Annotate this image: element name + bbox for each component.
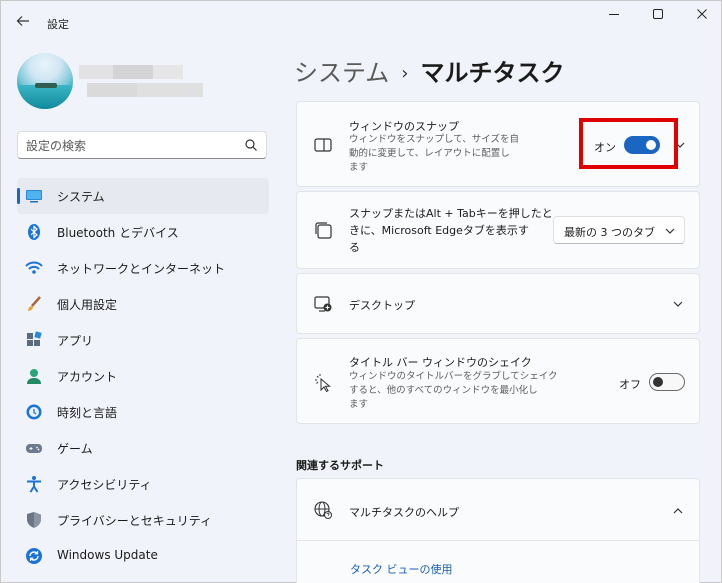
update-icon [26,548,42,564]
sidebar-item-label: ネットワークとインターネット [57,262,226,276]
sidebar-item-system[interactable]: システム [17,178,269,214]
help-card: マルチタスクのヘルプ タスク ビューの使用 [296,478,700,583]
desc-line: ます [349,399,369,410]
search-box[interactable] [17,131,267,159]
desktops-title: デスクトップ [349,299,415,312]
task-view-link[interactable]: タスク ビューの使用 [350,561,453,577]
desc-line: ウィンドウのタイトルバーをグラブしてシェイク [349,371,558,382]
snap-layout-icon [314,138,332,152]
active-indicator [17,188,20,204]
blurred-email-part [87,83,137,97]
sidebar-item-label: 個人用設定 [57,298,118,312]
clock-globe-icon [26,404,42,420]
help-header[interactable]: マルチタスクのヘルプ [297,479,699,541]
sidebar-item-label: アカウント [57,370,118,384]
bluetooth-icon [28,224,40,240]
system-icon [26,190,42,203]
accessibility-icon [27,476,41,493]
sidebar-item-network[interactable]: ネットワークとインターネット [17,250,269,286]
sidebar-item-accessibility[interactable]: アクセシビリティ [17,466,269,502]
shield-icon [27,512,41,528]
sidebar-item-label: プライバシーとセキュリティ [57,514,213,528]
globe-help-icon [314,501,332,519]
sidebar-item-apps[interactable]: アプリ [17,322,269,358]
desktops-card[interactable]: デスクトップ [296,273,700,334]
desc-line: すると、他のすべてのウィンドウを最小化し [349,385,538,396]
alt-tab-dropdown[interactable]: 最新の 3 つのタブ [553,216,685,244]
blurred-username [79,65,113,79]
sidebar-item-label: Windows Update [57,548,158,562]
gamepad-icon [26,444,42,453]
desc-line: ウィンドウをスナップして、サイズを自 [349,134,519,145]
alt-tab-title: スナップまたはAlt + Tabキーを押したと きに、Microsoft Edg… [349,205,553,256]
title-bar: 設定 [1,1,721,41]
sidebar-item-accounts[interactable]: アカウント [17,358,269,394]
related-support-heading: 関連するサポート [296,459,384,472]
avatar[interactable] [17,53,73,109]
title-line: スナップまたはAlt + Tabキーを押したと [349,207,553,220]
shake-toggle-label: オフ [619,378,641,391]
shake-cursor-icon [315,374,331,393]
sidebar-item-gaming[interactable]: ゲーム [17,430,269,466]
breadcrumb-parent[interactable]: システム [294,59,389,87]
sidebar-item-privacy[interactable]: プライバシーとセキュリティ [17,502,269,538]
sidebar-item-label: 時刻と言語 [57,406,118,420]
sidebar-item-bluetooth[interactable]: Bluetooth とデバイス [17,214,269,250]
blurred-username-part [113,65,153,79]
page-title: マルチタスク [420,59,565,87]
sidebar-item-label: アプリ [57,334,94,348]
highlight-annotation [579,118,678,169]
maximize-button[interactable] [643,7,673,27]
sidebar-item-time-language[interactable]: 時刻と言語 [17,394,269,430]
snap-description: ウィンドウをスナップして、サイズを自 動的に変更して、レイアウトに配置し ます [349,133,519,175]
account-icon [27,369,41,384]
window-title: 設定 [47,18,69,31]
sidebar-item-label: Bluetooth とデバイス [57,226,179,240]
back-arrow-icon[interactable] [15,13,33,31]
sidebar-item-label: アクセシビリティ [57,478,152,492]
close-button[interactable] [687,7,717,27]
minimize-button[interactable] [599,7,629,27]
blurred-username-part [153,65,183,79]
breadcrumb-separator: › [401,63,409,84]
chevron-up-icon[interactable] [672,505,684,517]
search-icon[interactable] [244,138,258,152]
brush-icon [28,296,41,311]
sidebar-item-windows-update[interactable]: Windows Update [17,538,269,574]
sidebar-item-label: ゲーム [57,442,93,456]
chevron-down-icon [665,228,675,234]
sidebar-item-personalization[interactable]: 個人用設定 [17,286,269,322]
wifi-icon [25,261,43,274]
alt-tab-card: スナップまたはAlt + Tabキーを押したと きに、Microsoft Edg… [296,191,700,269]
snap-title: ウィンドウのスナップ [349,120,459,133]
sidebar-nav: システム Bluetooth とデバイス ネットワークとインターネット 個人用設… [17,178,269,574]
help-title: マルチタスクのヘルプ [349,506,459,519]
dropdown-value: 最新の 3 つのタブ [564,226,655,239]
settings-window: 設定 システム Bluetooth とデバイス [0,0,722,583]
search-input[interactable] [26,138,236,154]
title-line: る [349,241,360,254]
blurred-email-part [137,83,203,97]
shake-title: タイトル バー ウィンドウのシェイク [349,356,532,369]
title-bar-shake-card: タイトル バー ウィンドウのシェイク ウィンドウのタイトルバーをグラブしてシェイ… [296,338,700,424]
shake-description: ウィンドウのタイトルバーをグラブしてシェイク すると、他のすべてのウィンドウを最… [349,370,558,412]
sidebar-item-label: システム [57,190,105,204]
breadcrumb: システム › マルチタスク [294,53,564,88]
desc-line: 動的に変更して、レイアウトに配置し [349,148,510,159]
desc-line: ます [349,162,369,173]
tabs-stack-icon [315,222,332,239]
shake-toggle[interactable] [649,373,685,391]
chevron-down-icon[interactable] [672,298,684,310]
title-line: きに、Microsoft Edgeタブを表示す [349,224,529,237]
apps-icon [27,331,42,346]
add-desktop-icon [314,296,332,312]
